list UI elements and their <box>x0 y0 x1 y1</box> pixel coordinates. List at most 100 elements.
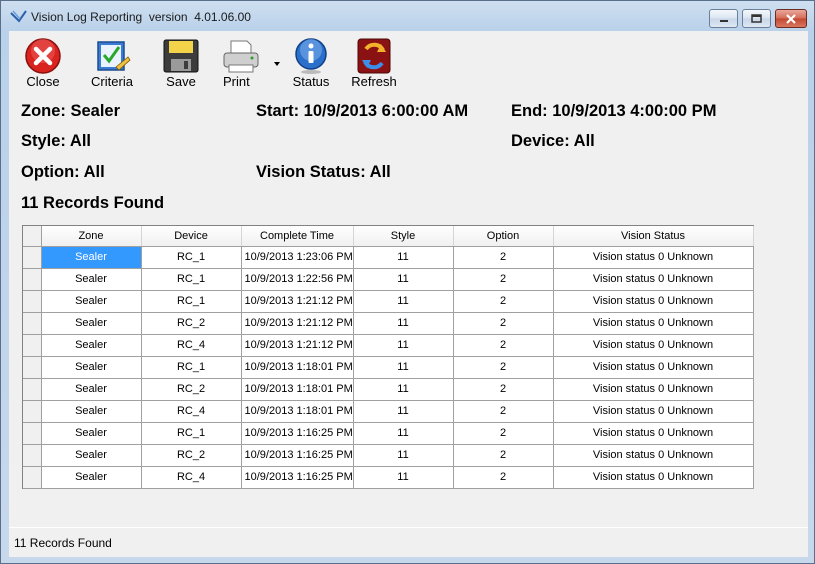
cell-device[interactable]: RC_2 <box>141 378 242 401</box>
cell-complete-time[interactable]: 10/9/2013 1:16:25 PM <box>241 422 354 445</box>
cell-style[interactable]: 11 <box>353 246 454 269</box>
cell-complete-time[interactable]: 10/9/2013 1:22:56 PM <box>241 268 354 291</box>
criteria-button[interactable]: Criteria <box>88 35 136 91</box>
table-row[interactable]: Sealer RC_4 10/9/2013 1:21:12 PM 11 2 Vision … <box>23 334 754 357</box>
cell-option[interactable]: 2 <box>453 422 554 445</box>
cell-option[interactable]: 2 <box>453 268 554 291</box>
row-header[interactable] <box>23 268 42 291</box>
table-row[interactable]: Sealer RC_4 10/9/2013 1:18:01 PM 11 2 Vision … <box>23 400 754 423</box>
table-row[interactable]: Sealer RC_1 10/9/2013 1:21:12 PM 11 2 Vision … <box>23 290 754 313</box>
cell-vision-status[interactable]: Vision status 0 Unknown <box>553 422 754 445</box>
cell-device[interactable]: RC_1 <box>141 356 242 379</box>
cell-complete-time[interactable]: 10/9/2013 1:18:01 PM <box>241 356 354 379</box>
cell-option[interactable]: 2 <box>453 246 554 269</box>
cell-vision-status[interactable]: Vision status 0 Unknown <box>553 246 754 269</box>
table-row[interactable]: Sealer RC_2 10/9/2013 1:18:01 PM 11 2 Vision … <box>23 378 754 401</box>
row-header[interactable] <box>23 246 42 269</box>
cell-complete-time[interactable]: 10/9/2013 1:16:25 PM <box>241 444 354 467</box>
title-bar[interactable]: Vision Log Reporting version 4.01.06.00 <box>1 1 814 31</box>
table-row[interactable]: Sealer RC_1 10/9/2013 1:16:25 PM 11 2 Vision … <box>23 422 754 445</box>
cell-device[interactable]: RC_1 <box>141 290 242 313</box>
row-header[interactable] <box>23 334 42 357</box>
cell-vision-status[interactable]: Vision status 0 Unknown <box>553 466 754 489</box>
cell-complete-time[interactable]: 10/9/2013 1:21:12 PM <box>241 312 354 335</box>
cell-complete-time[interactable]: 10/9/2013 1:21:12 PM <box>241 290 354 313</box>
cell-complete-time[interactable]: 10/9/2013 1:16:25 PM <box>241 466 354 489</box>
cell-device[interactable]: RC_4 <box>141 400 242 423</box>
table-row[interactable]: Sealer RC_1 10/9/2013 1:23:06 PM 11 2 Vision … <box>23 246 754 269</box>
cell-device[interactable]: RC_2 <box>141 444 242 467</box>
cell-vision-status[interactable]: Vision status 0 Unknown <box>553 444 754 467</box>
cell-complete-time[interactable]: 10/9/2013 1:18:01 PM <box>241 378 354 401</box>
row-header[interactable] <box>23 312 42 335</box>
refresh-button[interactable]: Refresh <box>349 35 399 91</box>
cell-zone[interactable]: Sealer <box>41 334 142 357</box>
cell-device[interactable]: RC_4 <box>141 334 242 357</box>
cell-device[interactable]: RC_1 <box>141 268 242 291</box>
cell-vision-status[interactable]: Vision status 0 Unknown <box>553 400 754 423</box>
cell-option[interactable]: 2 <box>453 312 554 335</box>
table-row[interactable]: Sealer RC_2 10/9/2013 1:21:12 PM 11 2 Vision … <box>23 312 754 335</box>
cell-vision-status[interactable]: Vision status 0 Unknown <box>553 378 754 401</box>
cell-style[interactable]: 11 <box>353 466 454 489</box>
cell-device[interactable]: RC_2 <box>141 312 242 335</box>
row-header[interactable] <box>23 422 42 445</box>
cell-style[interactable]: 11 <box>353 378 454 401</box>
cell-option[interactable]: 2 <box>453 356 554 379</box>
cell-vision-status[interactable]: Vision status 0 Unknown <box>553 290 754 313</box>
window-close-button[interactable] <box>775 9 807 28</box>
cell-option[interactable]: 2 <box>453 400 554 423</box>
cell-zone[interactable]: Sealer <box>41 268 142 291</box>
cell-zone[interactable]: Sealer <box>41 356 142 379</box>
cell-zone[interactable]: Sealer <box>41 312 142 335</box>
cell-device[interactable]: RC_4 <box>141 466 242 489</box>
column-header-style[interactable]: Style <box>353 226 454 247</box>
cell-complete-time[interactable]: 10/9/2013 1:21:12 PM <box>241 334 354 357</box>
cell-zone[interactable]: Sealer <box>41 444 142 467</box>
cell-option[interactable]: 2 <box>453 378 554 401</box>
cell-option[interactable]: 2 <box>453 334 554 357</box>
close-button[interactable]: Close <box>21 35 65 91</box>
row-header[interactable] <box>23 378 42 401</box>
print-button[interactable]: Print <box>217 35 280 91</box>
cell-vision-status[interactable]: Vision status 0 Unknown <box>553 312 754 335</box>
cell-option[interactable]: 2 <box>453 290 554 313</box>
cell-style[interactable]: 11 <box>353 334 454 357</box>
results-grid[interactable]: Zone Device Complete Time Style Option V… <box>22 225 754 489</box>
corner-header[interactable] <box>23 226 42 247</box>
table-row[interactable]: Sealer RC_1 10/9/2013 1:22:56 PM 11 2 Vision … <box>23 268 754 291</box>
cell-zone[interactable]: Sealer <box>41 246 142 269</box>
column-header-vision-status[interactable]: Vision Status <box>553 226 754 247</box>
cell-style[interactable]: 11 <box>353 312 454 335</box>
cell-device[interactable]: RC_1 <box>141 422 242 445</box>
table-row[interactable]: Sealer RC_4 10/9/2013 1:16:25 PM 11 2 Vision … <box>23 466 754 489</box>
cell-option[interactable]: 2 <box>453 466 554 489</box>
cell-style[interactable]: 11 <box>353 356 454 379</box>
cell-style[interactable]: 11 <box>353 422 454 445</box>
cell-zone[interactable]: Sealer <box>41 290 142 313</box>
cell-style[interactable]: 11 <box>353 268 454 291</box>
cell-option[interactable]: 2 <box>453 444 554 467</box>
save-button[interactable]: Save <box>159 35 203 91</box>
minimize-button[interactable] <box>709 9 738 28</box>
column-header-complete-time[interactable]: Complete Time <box>241 226 354 247</box>
row-header[interactable] <box>23 400 42 423</box>
table-row[interactable]: Sealer RC_2 10/9/2013 1:16:25 PM 11 2 Vision … <box>23 444 754 467</box>
column-header-zone[interactable]: Zone <box>41 226 142 247</box>
cell-style[interactable]: 11 <box>353 400 454 423</box>
chevron-down-icon[interactable] <box>274 62 280 66</box>
column-header-option[interactable]: Option <box>453 226 554 247</box>
cell-style[interactable]: 11 <box>353 290 454 313</box>
cell-zone[interactable]: Sealer <box>41 378 142 401</box>
row-header[interactable] <box>23 356 42 379</box>
cell-vision-status[interactable]: Vision status 0 Unknown <box>553 356 754 379</box>
table-row[interactable]: Sealer RC_1 10/9/2013 1:18:01 PM 11 2 Vision … <box>23 356 754 379</box>
maximize-button[interactable] <box>742 9 771 28</box>
status-button[interactable]: Status <box>289 35 333 91</box>
cell-zone[interactable]: Sealer <box>41 466 142 489</box>
cell-complete-time[interactable]: 10/9/2013 1:23:06 PM <box>241 246 354 269</box>
row-header[interactable] <box>23 466 42 489</box>
cell-vision-status[interactable]: Vision status 0 Unknown <box>553 334 754 357</box>
cell-zone[interactable]: Sealer <box>41 400 142 423</box>
cell-style[interactable]: 11 <box>353 444 454 467</box>
